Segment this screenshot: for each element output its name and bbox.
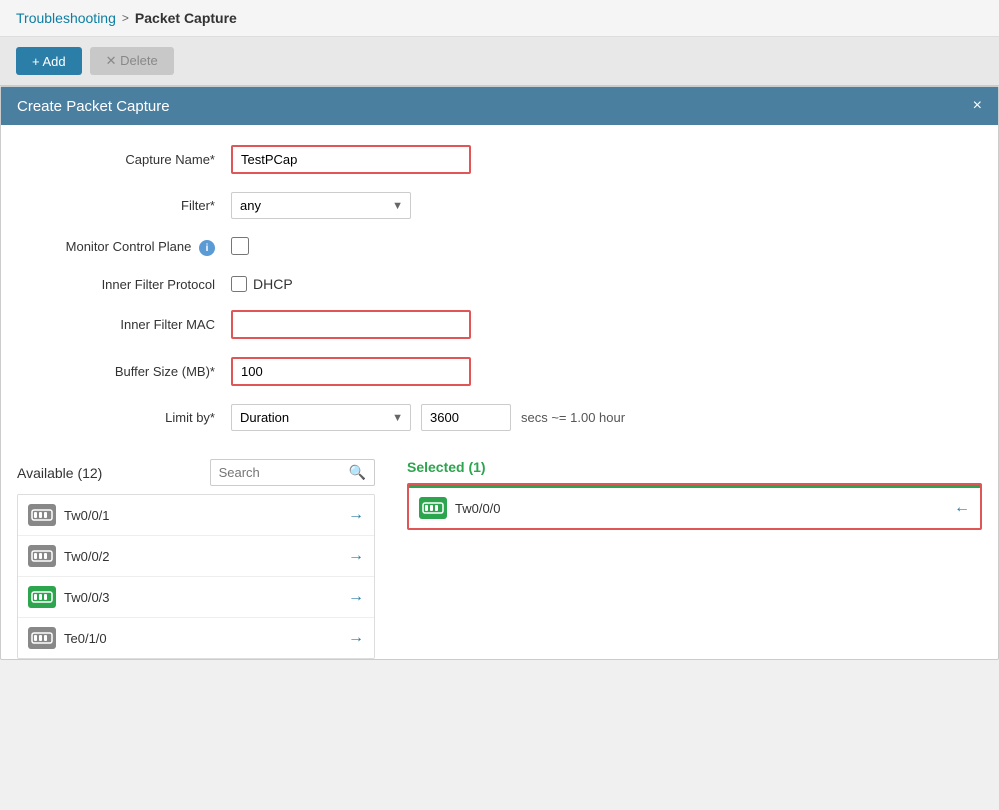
available-panel: Available (12) 🔍 xyxy=(1,449,391,659)
duration-input[interactable] xyxy=(421,404,511,431)
limit-by-row: Limit by* Duration Size ▼ secs ~= 1.00 h… xyxy=(31,404,968,431)
arrow-right-icon: → xyxy=(348,547,364,565)
inner-filter-mac-label: Inner Filter MAC xyxy=(31,317,231,332)
available-interface-list: Tw0/0/1 → Tw0/0/2 → xyxy=(17,494,375,659)
capture-name-row: Capture Name* xyxy=(31,145,968,174)
interface-icon xyxy=(28,586,56,608)
selected-panel-header: Selected (1) xyxy=(407,459,982,475)
dialog-body: Capture Name* Filter* any custom ▼ M xyxy=(1,125,998,431)
selected-item-box: Tw0/0/0 ← xyxy=(407,483,982,530)
dhcp-label: DHCP xyxy=(253,276,293,292)
limit-row: Duration Size ▼ secs ~= 1.00 hour xyxy=(231,404,968,431)
interface-icon xyxy=(28,545,56,567)
dialog-close-button[interactable]: × xyxy=(973,97,982,115)
breadcrumb-current: Packet Capture xyxy=(135,10,237,26)
available-panel-title: Available (12) xyxy=(17,465,102,481)
interface-name: Tw0/0/1 xyxy=(64,508,348,523)
breadcrumb-bar: Troubleshooting > Packet Capture xyxy=(0,0,999,37)
interface-name: Te0/1/0 xyxy=(64,631,348,646)
dhcp-checkbox[interactable] xyxy=(231,276,247,292)
duration-hint: secs ~= 1.00 hour xyxy=(521,410,625,425)
inner-filter-protocol-control: DHCP xyxy=(231,276,968,292)
buffer-size-label: Buffer Size (MB)* xyxy=(31,364,231,379)
inner-filter-mac-input[interactable] xyxy=(231,310,471,339)
search-box: 🔍 xyxy=(210,459,375,486)
inner-filter-protocol-label: Inner Filter Protocol xyxy=(31,277,231,292)
arrow-right-icon: → xyxy=(348,629,364,647)
capture-name-input[interactable] xyxy=(231,145,471,174)
filter-select[interactable]: any custom xyxy=(231,192,411,219)
capture-name-control xyxy=(231,145,968,174)
add-button[interactable]: + Add xyxy=(16,47,82,75)
breadcrumb-parent[interactable]: Troubleshooting xyxy=(16,10,116,26)
limit-by-select[interactable]: Duration Size xyxy=(231,404,411,431)
selected-item[interactable]: Tw0/0/0 ← xyxy=(409,488,980,528)
monitor-control-plane-label: Monitor Control Plane i xyxy=(31,239,231,257)
arrow-left-icon: ← xyxy=(954,499,970,517)
limit-by-control: Duration Size ▼ secs ~= 1.00 hour xyxy=(231,404,968,431)
action-bar: + Add ✕ Delete xyxy=(0,37,999,86)
limit-by-label: Limit by* xyxy=(31,410,231,425)
list-item[interactable]: Tw0/0/2 → xyxy=(18,536,374,577)
inner-filter-protocol-row: Inner Filter Protocol DHCP xyxy=(31,276,968,292)
filter-label: Filter* xyxy=(31,198,231,213)
arrow-right-icon: → xyxy=(348,588,364,606)
list-item[interactable]: Tw0/0/1 → xyxy=(18,495,374,536)
filter-select-wrapper: any custom ▼ xyxy=(231,192,411,219)
buffer-size-row: Buffer Size (MB)* xyxy=(31,357,968,386)
list-item[interactable]: Tw0/0/3 → xyxy=(18,577,374,618)
monitor-control-plane-row: Monitor Control Plane i xyxy=(31,237,968,258)
search-input[interactable] xyxy=(211,461,341,484)
inner-filter-mac-control xyxy=(231,310,968,339)
limit-by-select-wrapper: Duration Size ▼ xyxy=(231,404,411,431)
dialog-header: Create Packet Capture × xyxy=(1,87,998,125)
selected-interface-name: Tw0/0/0 xyxy=(455,501,954,516)
interface-name: Tw0/0/2 xyxy=(64,549,348,564)
interface-name: Tw0/0/3 xyxy=(64,590,348,605)
filter-control: any custom ▼ xyxy=(231,192,968,219)
monitor-control-plane-control xyxy=(231,237,968,258)
transfer-section: Available (12) 🔍 xyxy=(1,449,998,659)
monitor-control-plane-checkbox[interactable] xyxy=(231,237,249,255)
monitor-info-icon: i xyxy=(199,240,215,256)
interface-icon xyxy=(28,627,56,649)
delete-button[interactable]: ✕ Delete xyxy=(90,47,174,75)
create-packet-capture-dialog: Create Packet Capture × Capture Name* Fi… xyxy=(0,86,999,660)
interface-icon xyxy=(419,497,447,519)
inner-filter-mac-row: Inner Filter MAC xyxy=(31,310,968,339)
arrow-right-icon: → xyxy=(348,506,364,524)
dialog-title: Create Packet Capture xyxy=(17,98,170,115)
capture-name-label: Capture Name* xyxy=(31,152,231,167)
filter-row: Filter* any custom ▼ xyxy=(31,192,968,219)
list-item[interactable]: Te0/1/0 → xyxy=(18,618,374,658)
buffer-size-control xyxy=(231,357,968,386)
available-panel-header: Available (12) 🔍 xyxy=(17,459,375,486)
interface-icon xyxy=(28,504,56,526)
buffer-size-input[interactable] xyxy=(231,357,471,386)
selected-panel: Selected (1) Tw0/0/0 ← xyxy=(391,449,998,659)
search-icon: 🔍 xyxy=(349,464,366,480)
protocol-row: DHCP xyxy=(231,276,968,292)
selected-panel-title: Selected (1) xyxy=(407,459,486,475)
breadcrumb-separator: > xyxy=(122,11,129,25)
search-button[interactable]: 🔍 xyxy=(341,460,374,485)
